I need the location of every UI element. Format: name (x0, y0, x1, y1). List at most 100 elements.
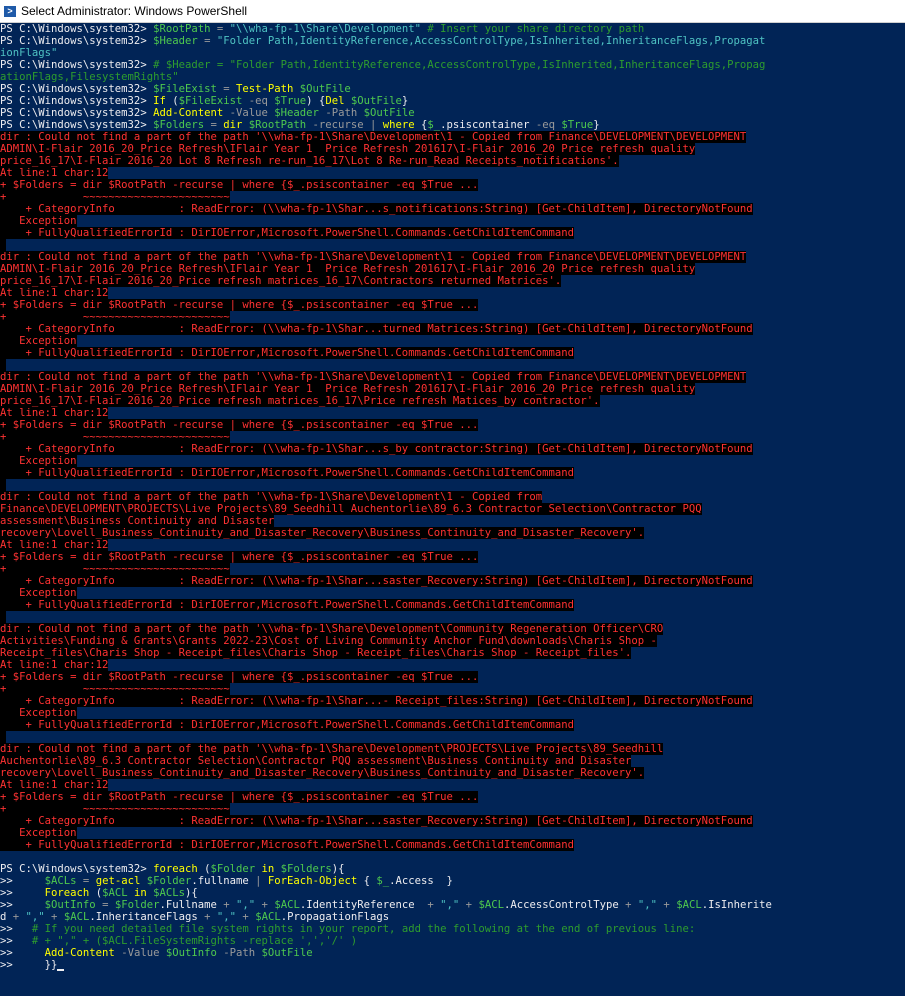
token-plain: ){ (331, 863, 345, 875)
token-op: + (204, 911, 217, 923)
token-plain: { (363, 875, 377, 887)
console-error-line: Activities\Funding & Grants\Grants 2022-… (0, 635, 905, 647)
error-text: + ~~~~~~~~~~~~~~~~~~~~~~~ (0, 431, 230, 443)
console-error-line: dir : Could not find a part of the path … (0, 371, 905, 383)
error-text: recovery\Lovell_Business_Continuity_and_… (0, 527, 645, 539)
token-plain: .Access } (389, 875, 453, 887)
token-cmd: Add-Content (153, 107, 230, 119)
console-error-line: dir : Could not find a part of the path … (0, 743, 905, 755)
token-var: $_ (427, 119, 441, 131)
token-var: $Folder (114, 899, 160, 911)
token-plain: .psiscontainer (440, 119, 536, 131)
error-text: price_16_17\I-Flair 2016_20 Lot 8 Refres… (0, 155, 619, 167)
error-text: dir : Could not find a part of the path … (0, 491, 543, 503)
error-text: At line:1 char:12 (0, 287, 109, 299)
error-text: ADMIN\I-Flair 2016_20_Price Refresh\IFla… (0, 263, 696, 275)
error-text: + CategoryInfo : ReadError: (\\wha-fp-1\… (0, 323, 753, 335)
console-error-line: + FullyQualifiedErrorId : DirIOError,Mic… (0, 599, 905, 611)
token-ps: >> (0, 935, 32, 947)
token-var: $OutFile (299, 83, 351, 95)
error-text: + ~~~~~~~~~~~~~~~~~~~~~~~ (0, 311, 230, 323)
console-error-line: At line:1 char:12 (0, 779, 905, 791)
token-plain: .Fullname (159, 899, 224, 911)
error-text: ADMIN\I-Flair 2016_20_Price Refresh\IFla… (0, 383, 696, 395)
console-error-line: At line:1 char:12 (0, 287, 905, 299)
console-command-line: >> $OutInfo = $Folder.Fullname + "," + $… (0, 899, 905, 911)
token-var: $ACL (102, 887, 128, 899)
token-op: | (369, 119, 383, 131)
token-var: $ACL (63, 911, 90, 923)
token-param: -Path (216, 947, 262, 959)
token-var: $Header (153, 35, 198, 47)
console-command-line: >> }} (0, 959, 905, 971)
token-param: -eq (535, 119, 562, 131)
error-text: + FullyQualifiedErrorId : DirIOError,Mic… (0, 227, 575, 239)
console-command-line: PS C:\Windows\system32> foreach ($Folder… (0, 863, 905, 875)
title-bar[interactable]: > Select Administrator: Windows PowerShe… (0, 0, 905, 23)
token-param: -Value (229, 107, 275, 119)
console-error-line: + $Folders = dir $RootPath -recurse | wh… (0, 419, 905, 431)
console-error-line: Exception (0, 455, 905, 467)
token-plain: ) { (306, 95, 326, 107)
console-output[interactable]: PS C:\Windows\system32> $RootPath = "\\w… (0, 23, 905, 996)
token-op: = (95, 899, 115, 911)
token-ps: >> (0, 923, 32, 935)
token-var: $RootPath (248, 119, 307, 131)
console-error-line: + CategoryInfo : ReadError: (\\wha-fp-1\… (0, 443, 905, 455)
token-ps: >> (0, 959, 45, 971)
error-text: At line:1 char:12 (0, 539, 109, 551)
console-error-line: Exception (0, 215, 905, 227)
error-text: + $Folders = dir $RootPath -recurse | wh… (0, 671, 479, 683)
powershell-icon: > (4, 5, 16, 17)
error-text (0, 239, 7, 251)
token-op: = (76, 875, 96, 887)
token-cmd: get-acl (95, 875, 147, 887)
token-var: $ACLs (153, 887, 185, 899)
console-error-line: ADMIN\I-Flair 2016_20_Price Refresh\IFla… (0, 383, 905, 395)
console-command-line: PS C:\Windows\system32> $Folders = dir $… (0, 119, 905, 131)
error-text: At line:1 char:12 (0, 407, 109, 419)
token-str: "," (236, 899, 256, 911)
token-var: $ACL (274, 899, 300, 911)
error-text: + $Folders = dir $RootPath -recurse | wh… (0, 551, 479, 563)
error-text: + CategoryInfo : ReadError: (\\wha-fp-1\… (0, 203, 753, 215)
token-cmd: If (153, 95, 173, 107)
token-ps: >> (0, 899, 45, 911)
console-command-line: ionFlags" (0, 47, 905, 59)
token-cmd: Foreach (44, 887, 96, 899)
error-text: + FullyQualifiedErrorId : DirIOError,Mic… (0, 719, 575, 731)
error-text (0, 731, 7, 743)
error-text: price_16_17\I-Flair 2016_20_Price refres… (0, 275, 562, 287)
token-var: $OutFile (350, 95, 402, 107)
console-command-line: >> # + "," + ($ACL.FileSystemRights -rep… (0, 935, 905, 947)
console-error-line: dir : Could not find a part of the path … (0, 131, 905, 143)
error-text: Activities\Funding & Grants\Grants 2022-… (0, 635, 657, 647)
console-command-line: PS C:\Windows\system32> $Header = "Folde… (0, 35, 905, 47)
console-error-line: + FullyQualifiedErrorId : DirIOError,Mic… (0, 467, 905, 479)
token-op: + (236, 911, 256, 923)
token-plain: .IdentityReference (299, 899, 428, 911)
console-command-line: >> Add-Content -Value $OutInfo -Path $Ou… (0, 947, 905, 959)
error-text: At line:1 char:12 (0, 659, 109, 671)
token-plain: ){ (185, 887, 198, 899)
error-text: + ~~~~~~~~~~~~~~~~~~~~~~~ (0, 683, 230, 695)
error-text: + CategoryInfo : ReadError: (\\wha-fp-1\… (0, 815, 753, 827)
token-op: = (210, 23, 230, 35)
console-error-line (0, 479, 905, 491)
token-cmd: foreach (153, 863, 205, 875)
console-error-line: + ~~~~~~~~~~~~~~~~~~~~~~~ (0, 431, 905, 443)
error-text: ADMIN\I-Flair 2016_20_Price Refresh\IFla… (0, 143, 696, 155)
console-error-line (0, 611, 905, 623)
console-command-line: >> Foreach ($ACL in $ACLs){ (0, 887, 905, 899)
token-ps: PS C:\Windows\system32> (0, 863, 154, 875)
token-cmd: in (127, 887, 154, 899)
console-error-line: + $Folders = dir $RootPath -recurse | wh… (0, 179, 905, 191)
error-text: dir : Could not find a part of the path … (0, 131, 747, 143)
token-param: -Value (121, 947, 166, 959)
token-param: -eq (242, 95, 275, 107)
token-op: + (12, 911, 26, 923)
window-title: Select Administrator: Windows PowerShell (21, 4, 248, 18)
error-text: Exception (0, 707, 77, 719)
token-var: $_ (376, 875, 390, 887)
